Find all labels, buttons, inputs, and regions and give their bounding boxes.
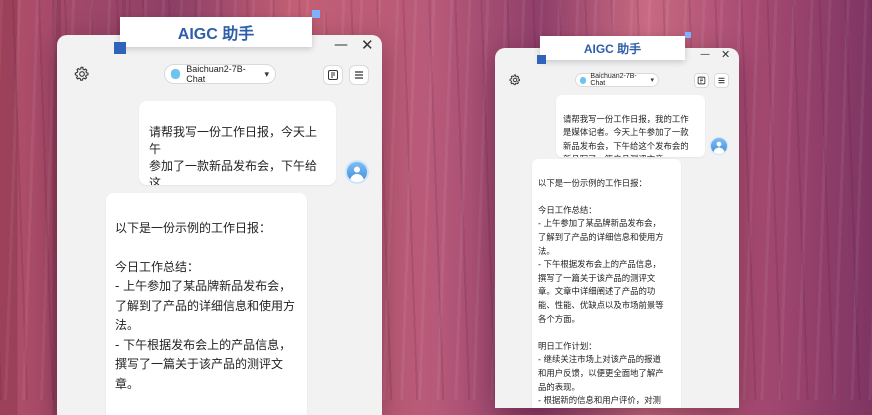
user-message-text: 请帮我写一份工作日报，我的工作 是媒体记者。今天上午参加了一款 新品发布会，下午… <box>563 114 689 158</box>
chevron-down-icon: ▾ <box>264 69 269 80</box>
assistant-reply-bubble: 以下是一份示例的工作日报： 今日工作总结： - 上午参加了某品牌新品发布会， 了… <box>106 193 307 415</box>
user-message-bubble: 请帮我写一份工作日报，今天上午 参加了一款新品发布会，下午给这 个发布会的新品写… <box>139 101 336 185</box>
assistant-reply-text: 以下是一份示例的工作日报： 今日工作总结： - 上午参加了某品牌新品发布会， 了… <box>538 178 664 406</box>
decor-square <box>685 32 691 38</box>
document-icon <box>697 76 706 85</box>
minimize-button[interactable]: — <box>334 37 348 53</box>
menu-button[interactable] <box>714 73 729 88</box>
hamburger-icon <box>353 69 365 81</box>
model-name: Baichuan2-7B-Chat <box>186 64 258 84</box>
decor-square <box>114 42 126 54</box>
app-title-tag: AIGC 助手 <box>540 36 685 60</box>
assistant-window-left: — ✕ Baichuan2-7B-Chat ▾ 请帮我写一份工作日报，今天上午 … <box>57 35 382 415</box>
app-title-tag: AIGC 助手 <box>120 17 312 47</box>
user-message-text: 请帮我写一份工作日报，今天上午 参加了一款新品发布会，下午给这 个发布会的新品写… <box>149 125 317 185</box>
settings-button[interactable] <box>508 73 522 87</box>
chevron-down-icon: ▾ <box>650 76 654 84</box>
assistant-window-right: — ✕ Baichuan2-7B-Chat ▾ 请帮我写一份工作日报，我的工作 … <box>495 48 739 408</box>
user-message-bubble: 请帮我写一份工作日报，我的工作 是媒体记者。今天上午参加了一款 新品发布会，下午… <box>556 95 705 157</box>
model-selector[interactable]: Baichuan2-7B-Chat ▾ <box>575 73 659 87</box>
app-title: AIGC 助手 <box>584 40 641 57</box>
model-logo-icon <box>580 77 586 84</box>
assistant-reply-text: 以下是一份示例的工作日报： 今日工作总结： - 上午参加了某品牌新品发布会， 了… <box>115 221 295 415</box>
app-title: AIGC 助手 <box>178 20 254 44</box>
model-selector[interactable]: Baichuan2-7B-Chat ▾ <box>164 64 276 84</box>
settings-button[interactable] <box>73 65 91 83</box>
gear-icon <box>509 74 521 86</box>
user-avatar-icon <box>710 137 728 155</box>
minimize-button[interactable]: — <box>700 49 710 60</box>
gear-icon <box>74 66 90 82</box>
close-button[interactable]: ✕ <box>721 48 730 61</box>
decor-square <box>537 55 546 64</box>
document-icon <box>327 69 339 81</box>
user-avatar-icon <box>345 160 369 184</box>
menu-button[interactable] <box>349 65 369 85</box>
attach-button[interactable] <box>694 73 709 88</box>
close-button[interactable]: ✕ <box>361 36 374 54</box>
attach-button[interactable] <box>323 65 343 85</box>
hamburger-icon <box>717 76 726 85</box>
decor-square <box>312 10 320 18</box>
model-logo-icon <box>171 69 180 79</box>
model-name: Baichuan2-7B-Chat <box>590 73 646 87</box>
assistant-reply-bubble: 以下是一份示例的工作日报： 今日工作总结： - 上午参加了某品牌新品发布会， 了… <box>532 159 681 408</box>
